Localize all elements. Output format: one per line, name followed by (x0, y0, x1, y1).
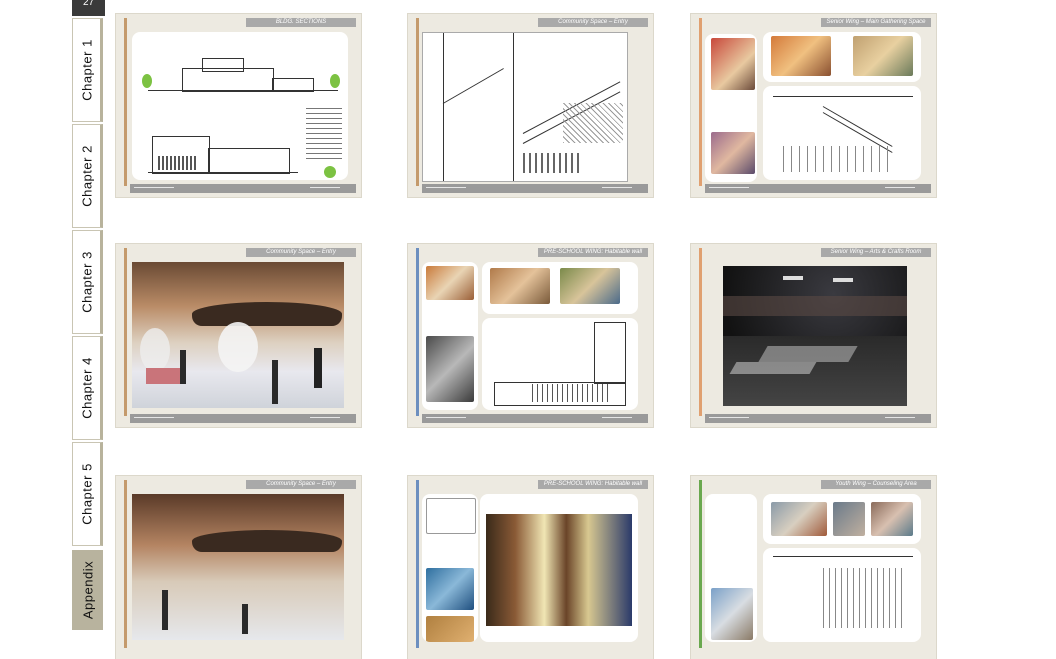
slide-title: BLDG. SECTIONS (246, 18, 356, 27)
tab-label: Chapter 2 (79, 145, 94, 207)
slide-thumbnail[interactable]: Senior Wing – Main Gathering Space (691, 14, 936, 197)
slide-thumbnail[interactable]: Senior Wing – Arts & Crafts Room (691, 244, 936, 427)
tab-chapter-3[interactable]: Chapter 3 (72, 230, 103, 334)
slide-title: Senior Wing – Arts & Crafts Room (821, 248, 931, 257)
accent-stripe (124, 248, 127, 416)
section-drawing (132, 32, 348, 180)
tab-label: Chapter 3 (79, 251, 94, 313)
photo-strip (482, 262, 638, 314)
chapter-tabs: 27 Chapter 1 Chapter 2 Chapter 3 Chapter… (72, 0, 105, 630)
entry-render (132, 262, 344, 408)
entry-sketch (422, 32, 628, 182)
accent-stripe (124, 18, 127, 186)
slide-thumbnail[interactable]: PRE-SCHOOL WING: Habitable wall (408, 244, 653, 427)
page-number-badge: 27 (72, 0, 105, 16)
slide-footer (422, 184, 648, 193)
slide-title: PRE-SCHOOL WING: Habitable wall (538, 248, 648, 257)
tab-label: Chapter 5 (79, 463, 94, 525)
accent-stripe (124, 480, 127, 648)
accent-stripe (699, 480, 702, 648)
tab-label: Chapter 1 (79, 39, 94, 101)
tab-chapter-2[interactable]: Chapter 2 (72, 124, 103, 228)
interior-sketch (763, 548, 921, 642)
slide-thumbnail[interactable]: PRE-SCHOOL WING: Habitable wall (408, 476, 653, 659)
photo-column (422, 262, 478, 410)
slide-footer (422, 414, 648, 423)
photo-strip (763, 494, 921, 544)
slide-thumbnail[interactable]: Community Space – Entry (116, 476, 361, 659)
slide-title: Youth Wing – Counseling Area (821, 480, 931, 489)
habitable-wall-render (480, 494, 638, 642)
accent-stripe (416, 248, 419, 416)
photo-column (422, 494, 478, 642)
tab-chapter-5[interactable]: Chapter 5 (72, 442, 103, 546)
accent-stripe (416, 18, 419, 186)
tab-chapter-4[interactable]: Chapter 4 (72, 336, 103, 440)
accent-stripe (699, 248, 702, 416)
slide-footer (705, 184, 931, 193)
photo-column (705, 494, 757, 642)
slide-footer (705, 414, 931, 423)
slide-footer (130, 184, 356, 193)
photo-column (705, 34, 757, 182)
photo-strip (763, 32, 921, 82)
slide-footer (130, 414, 356, 423)
slide-title: PRE-SCHOOL WING: Habitable wall (538, 480, 648, 489)
elevation-sketch (482, 318, 638, 410)
tab-chapter-1[interactable]: Chapter 1 (72, 18, 103, 122)
entry-render (132, 494, 344, 640)
slide-title: Community Space – Entry (538, 18, 648, 27)
slide-title: Senior Wing – Main Gathering Space (821, 18, 931, 27)
tab-label: Chapter 4 (79, 357, 94, 419)
slide-title: Community Space – Entry (246, 248, 356, 257)
accent-stripe (699, 18, 702, 186)
accent-stripe (416, 480, 419, 648)
slide-thumbnail[interactable]: Community Space – Entry (408, 14, 653, 197)
slide-thumbnail[interactable]: Youth Wing – Counseling Area (691, 476, 936, 659)
interior-sketch (763, 86, 921, 180)
slide-title: Community Space – Entry (246, 480, 356, 489)
arts-room-render (723, 266, 907, 406)
tab-appendix[interactable]: Appendix (72, 550, 103, 630)
slide-thumbnail[interactable]: BLDG. SECTIONS (116, 14, 361, 197)
tab-label: Appendix (80, 560, 95, 620)
slide-thumbnail[interactable]: Community Space – Entry (116, 244, 361, 427)
